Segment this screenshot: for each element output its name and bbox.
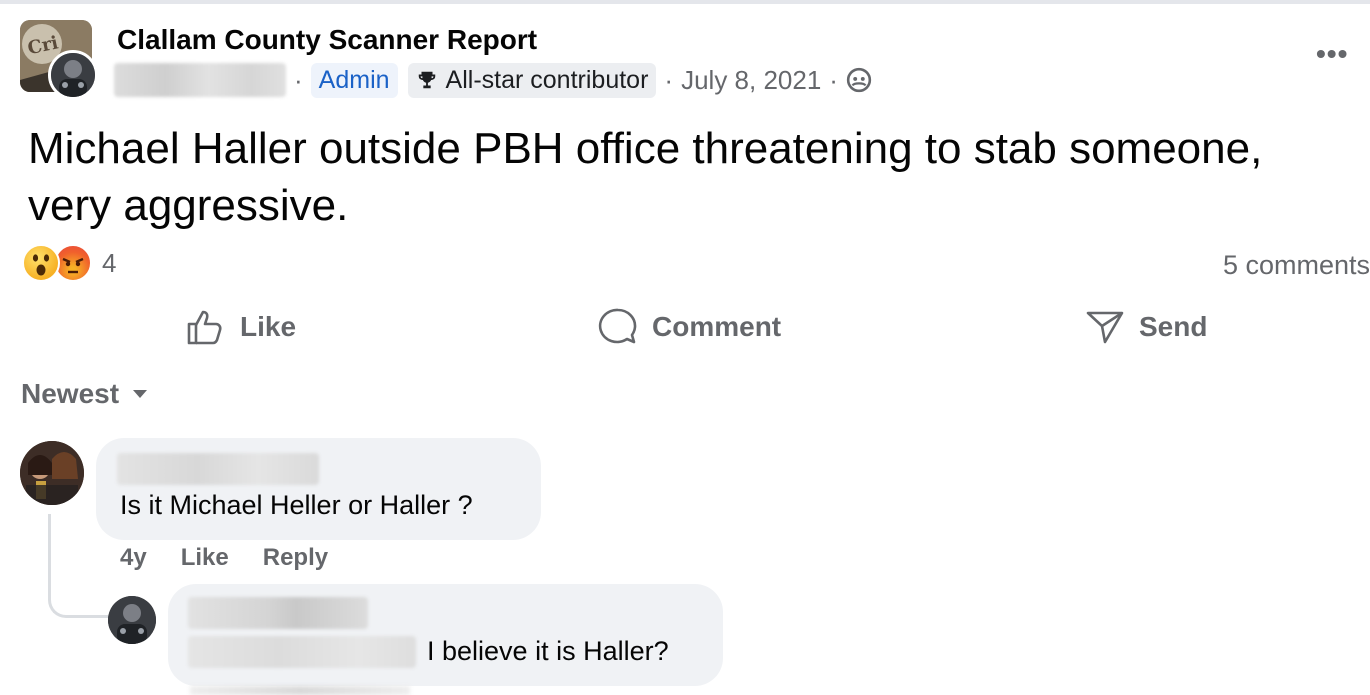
group-name[interactable]: Clallam County Scanner Report	[117, 24, 537, 56]
top-divider	[0, 0, 1370, 4]
thumbs-up-icon	[187, 310, 222, 345]
admin-badge[interactable]: Admin	[310, 62, 398, 98]
redacted-reply-name[interactable]	[188, 597, 368, 629]
post-meta: · Admin All-star contributor · July 8, 2…	[114, 60, 872, 100]
comment-text: Is it Michael Heller or Haller ?	[120, 490, 473, 520]
post-date[interactable]: July 8, 2021	[681, 65, 821, 96]
separator: ·	[664, 64, 674, 95]
send-label: Send	[1139, 311, 1208, 342]
members-icon	[846, 67, 872, 93]
send-button[interactable]: Send	[1085, 305, 1207, 349]
sort-label: Newest	[21, 378, 120, 409]
redacted-mention[interactable]	[188, 636, 416, 668]
caret-down-icon	[133, 390, 148, 398]
trophy-icon	[418, 71, 435, 89]
comment-sort-dropdown[interactable]: Newest	[21, 378, 149, 410]
comment-button[interactable]: Comment	[598, 305, 781, 349]
cropped-reply-actions	[190, 686, 410, 695]
separator: ·	[829, 64, 838, 95]
reaction-count: 4	[102, 247, 117, 278]
reactions-summary[interactable]: 4	[22, 244, 116, 282]
send-icon	[1086, 311, 1124, 344]
user-avatar[interactable]	[48, 50, 98, 100]
separator: ·	[294, 64, 303, 95]
reply-avatar[interactable]	[108, 596, 156, 644]
reply-text: I believe it is Haller?	[427, 636, 669, 666]
like-button[interactable]: Like	[186, 305, 296, 349]
comments-count[interactable]: 5 comments	[1223, 250, 1370, 281]
like-label: Like	[240, 311, 297, 342]
more-options-icon[interactable]: •••	[1316, 38, 1348, 70]
allstar-badge[interactable]: All-star contributor	[407, 62, 657, 98]
wow-reaction-icon	[22, 244, 60, 282]
comment-bubble-icon	[598, 308, 637, 344]
comment-actions: 4y Like Reply	[120, 544, 328, 572]
comment-label: Comment	[652, 311, 782, 342]
comment-like-button[interactable]: Like	[181, 544, 229, 572]
post-text: Michael Haller outside PBH office threat…	[28, 124, 1263, 230]
redacted-author-name[interactable]	[114, 63, 286, 97]
redacted-commenter-name[interactable]	[117, 453, 319, 485]
commenter-avatar[interactable]	[20, 441, 84, 505]
comment-reply-button[interactable]: Reply	[263, 544, 328, 572]
reply-thread-line	[48, 514, 110, 618]
allstar-label: All-star contributor	[445, 65, 649, 94]
comment-time[interactable]: 4y	[120, 544, 147, 572]
